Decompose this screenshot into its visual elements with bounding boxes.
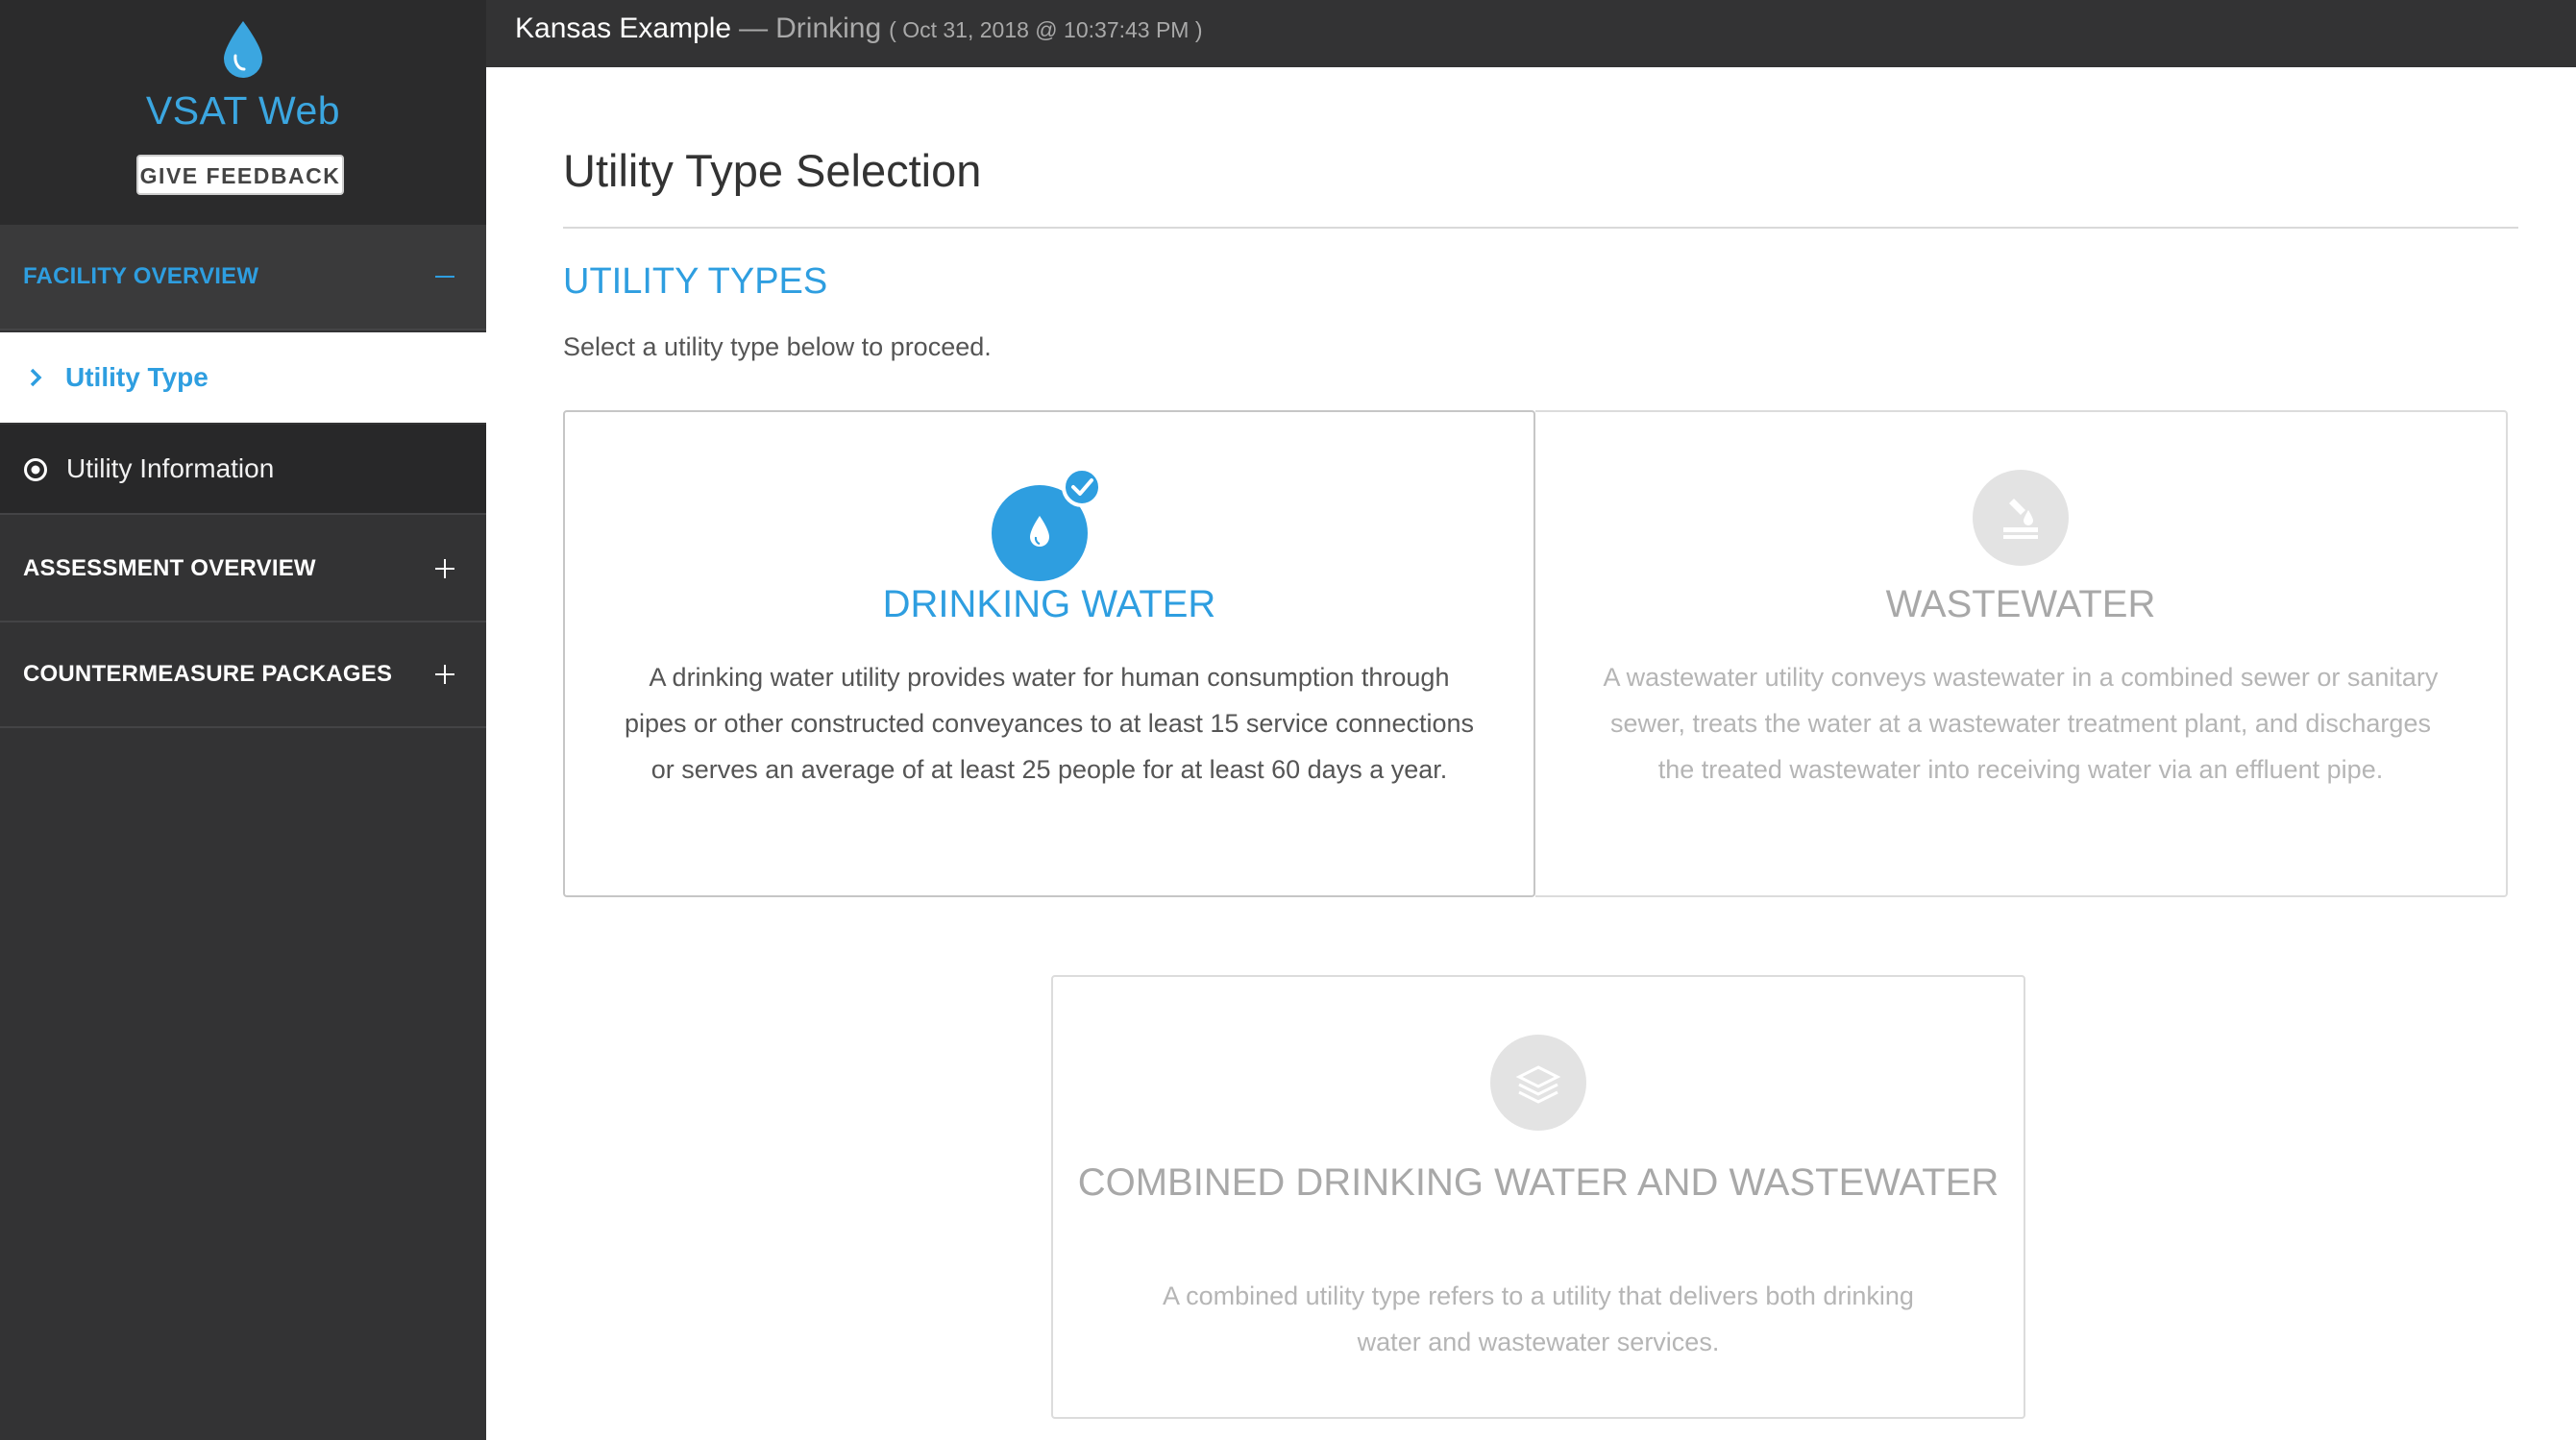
sidebar-section-facility-overview[interactable]: FACILITY OVERVIEW — [0, 225, 486, 330]
title-divider — [563, 227, 2518, 229]
sidebar-item-label: Utility Type — [65, 362, 209, 392]
instruction-text: Select a utility type below to proceed. — [563, 332, 992, 361]
assessment-timestamp: ( Oct 31, 2018 @ 10:37:43 PM ) — [889, 17, 1203, 42]
card-title: WASTEWATER — [1885, 583, 2156, 625]
utility-card-drinking-water[interactable]: DRINKING WATER A drinking water utility … — [563, 410, 1535, 897]
sidebar: VSAT Web GIVE FEEDBACK FACILITY OVERVIEW… — [0, 0, 486, 1440]
utility-card-combined[interactable]: COMBINED DRINKING WATER AND WASTEWATER A… — [1051, 975, 2025, 1419]
water-drop-logo-icon — [224, 21, 262, 78]
sidebar-section-label: FACILITY OVERVIEW — [23, 263, 259, 289]
utility-card-wastewater[interactable]: WASTEWATER A wastewater utility conveys … — [1535, 410, 2508, 897]
sidebar-section-countermeasure-packages[interactable]: COUNTERMEASURE PACKAGES — [0, 622, 486, 728]
layers-icon — [1490, 1035, 1586, 1131]
expand-plus-icon[interactable] — [434, 558, 455, 579]
card-description: A wastewater utility conveys wastewater … — [1603, 663, 2439, 784]
collapse-minus-icon[interactable] — [434, 266, 455, 287]
card-description: A drinking water utility provides water … — [625, 663, 1474, 784]
chevron-right-icon — [30, 368, 42, 387]
assessment-type: Drinking — [775, 12, 882, 44]
main-content: Utility Type Selection UTILITY TYPES Sel… — [486, 67, 2576, 1440]
page-title: Utility Type Selection — [563, 145, 982, 196]
card-title: COMBINED DRINKING WATER AND WASTEWATER — [1077, 1161, 1999, 1204]
sidebar-item-label: Utility Information — [66, 453, 275, 483]
water-drop-icon — [992, 468, 1102, 581]
wastewater-icon — [1973, 470, 2069, 566]
section-title: UTILITY TYPES — [563, 261, 828, 302]
expand-plus-icon[interactable] — [434, 664, 455, 685]
give-feedback-button[interactable]: GIVE FEEDBACK — [136, 155, 344, 195]
facility-name: Kansas Example — [515, 12, 732, 44]
sidebar-item-utility-type[interactable]: Utility Type — [0, 332, 486, 423]
radio-target-icon — [24, 458, 47, 481]
breadcrumb-separator: — — [739, 12, 769, 44]
sidebar-section-label: COUNTERMEASURE PACKAGES — [23, 661, 393, 687]
app-name: VSAT Web — [145, 88, 341, 133]
card-description: A combined utility type refers to a util… — [1163, 1281, 1914, 1356]
card-title: DRINKING WATER — [882, 583, 1216, 625]
sidebar-section-label: ASSESSMENT OVERVIEW — [23, 555, 316, 581]
sidebar-section-assessment-overview[interactable]: ASSESSMENT OVERVIEW — [0, 517, 486, 622]
assessment-breadcrumb: Kansas Example — Drinking ( Oct 31, 2018 @ … — [515, 0, 1203, 58]
sidebar-item-utility-information[interactable]: Utility Information — [0, 425, 486, 515]
brand-area: VSAT Web GIVE FEEDBACK — [0, 0, 486, 225]
top-bar: Kansas Example — Drinking ( Oct 31, 2018 @ … — [486, 0, 2576, 67]
